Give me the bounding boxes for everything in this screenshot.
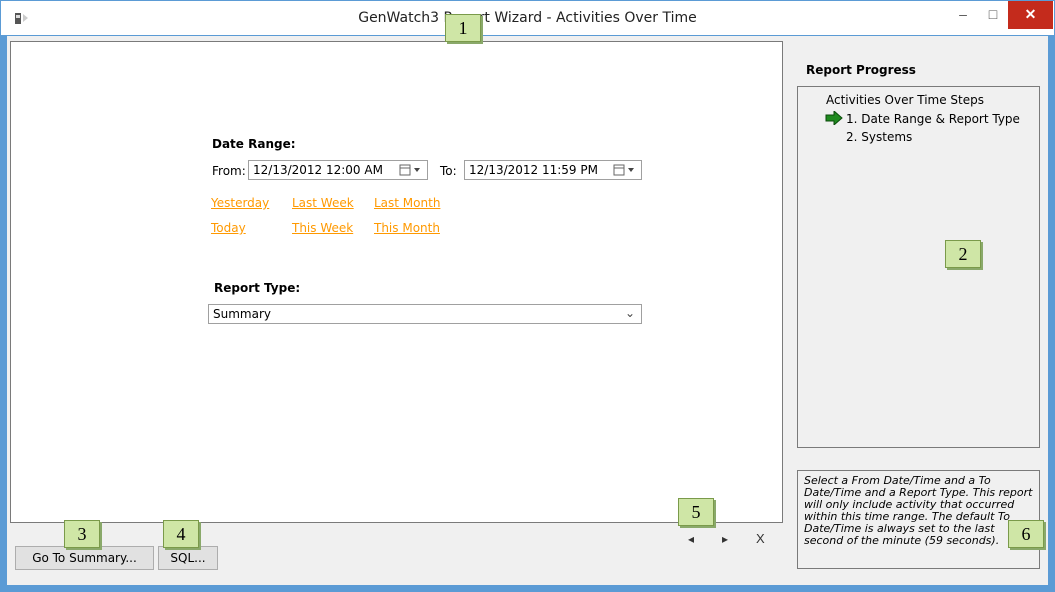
calendar-dropdown-icon[interactable] bbox=[399, 163, 423, 177]
wizard-step-panel bbox=[10, 41, 783, 523]
progress-step-1: 1. Date Range & Report Type bbox=[846, 112, 1020, 126]
link-today[interactable]: Today bbox=[211, 221, 246, 235]
close-button[interactable]: ✕ bbox=[1008, 1, 1053, 29]
chevron-down-icon: ⌄ bbox=[624, 306, 635, 320]
callout-badge-3: 3 bbox=[64, 520, 100, 548]
minimize-button[interactable]: – bbox=[948, 1, 978, 29]
sql-button[interactable]: SQL... bbox=[158, 546, 218, 570]
link-yesterday[interactable]: Yesterday bbox=[211, 196, 269, 210]
help-text: Select a From Date/Time and a To Date/Ti… bbox=[797, 470, 1040, 569]
calendar-dropdown-icon[interactable] bbox=[613, 163, 637, 177]
maximize-button[interactable]: □ bbox=[978, 1, 1008, 29]
callout-badge-6: 6 bbox=[1008, 520, 1044, 548]
current-step-arrow-icon bbox=[825, 111, 843, 125]
date-range-label: Date Range: bbox=[212, 137, 296, 151]
callout-badge-4: 4 bbox=[163, 520, 199, 548]
link-last-month[interactable]: Last Month bbox=[374, 196, 440, 210]
cancel-button[interactable]: X bbox=[756, 531, 765, 546]
callout-badge-2: 2 bbox=[945, 240, 981, 268]
link-last-week[interactable]: Last Week bbox=[292, 196, 354, 210]
title-bar: GenWatch3 Report Wizard - Activities Ove… bbox=[0, 0, 1055, 36]
report-progress-panel bbox=[797, 86, 1040, 448]
to-date-value: 12/13/2012 11:59 PM bbox=[469, 163, 598, 177]
report-progress-title: Report Progress bbox=[806, 63, 916, 77]
to-date-picker[interactable]: 12/13/2012 11:59 PM bbox=[464, 160, 642, 180]
report-type-select[interactable]: Summary ⌄ bbox=[208, 304, 642, 324]
window-title: GenWatch3 Report Wizard - Activities Ove… bbox=[358, 10, 697, 26]
progress-step-2: 2. Systems bbox=[846, 130, 913, 144]
next-button[interactable]: ▸ bbox=[722, 532, 728, 546]
callout-badge-5: 5 bbox=[678, 498, 714, 526]
report-type-label: Report Type: bbox=[214, 281, 301, 295]
to-label: To: bbox=[440, 164, 457, 178]
go-to-summary-button[interactable]: Go To Summary... bbox=[15, 546, 154, 570]
from-label: From: bbox=[212, 164, 246, 178]
callout-badge-1: 1 bbox=[445, 14, 481, 42]
from-date-value: 12/13/2012 12:00 AM bbox=[253, 163, 383, 177]
report-type-value: Summary bbox=[213, 307, 271, 321]
from-date-picker[interactable]: 12/13/2012 12:00 AM bbox=[248, 160, 428, 180]
wizard-window: GenWatch3 Report Wizard - Activities Ove… bbox=[0, 0, 1055, 592]
progress-root: Activities Over Time Steps bbox=[826, 93, 984, 107]
previous-button[interactable]: ◂ bbox=[688, 532, 694, 546]
link-this-month[interactable]: This Month bbox=[374, 221, 440, 235]
link-this-week[interactable]: This Week bbox=[292, 221, 353, 235]
